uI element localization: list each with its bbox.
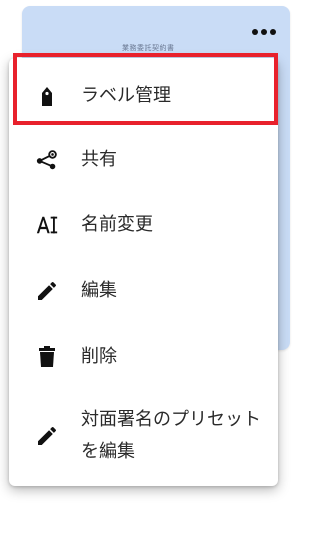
pencil-icon xyxy=(35,279,59,303)
more-options-button[interactable] xyxy=(244,16,284,48)
menu-item-label: 編集 xyxy=(81,280,117,301)
rename-text-icon xyxy=(35,213,59,237)
menu-item-edit[interactable]: 編集 xyxy=(9,258,278,324)
menu-item-label: 名前変更 xyxy=(81,214,153,235)
menu-item-label-management[interactable]: ラベル管理 xyxy=(9,64,278,128)
document-thumbnail-title: 業務委託契約書 xyxy=(122,44,175,52)
label-tag-icon xyxy=(35,84,59,108)
menu-item-label: 削除 xyxy=(81,346,117,367)
menu-item-share[interactable]: 共有 xyxy=(9,128,278,192)
menu-item-rename[interactable]: 名前変更 xyxy=(9,192,278,258)
menu-item-edit-in-person-signature-preset[interactable]: 対面署名のプリセットを編集 xyxy=(9,398,278,474)
pencil-icon xyxy=(35,424,59,448)
more-horizontal-icon xyxy=(252,29,276,35)
share-icon xyxy=(35,148,59,172)
trash-icon xyxy=(35,345,59,369)
menu-item-delete[interactable]: 削除 xyxy=(9,324,278,390)
menu-item-label: 対面署名のプリセットを編集 xyxy=(81,409,261,462)
context-menu: ラベル管理 共有 名前変更 編集 削除 対面署名のプリセットを編集 xyxy=(9,58,278,486)
menu-item-label: ラベル管理 xyxy=(81,85,171,106)
menu-item-label: 共有 xyxy=(81,149,117,170)
